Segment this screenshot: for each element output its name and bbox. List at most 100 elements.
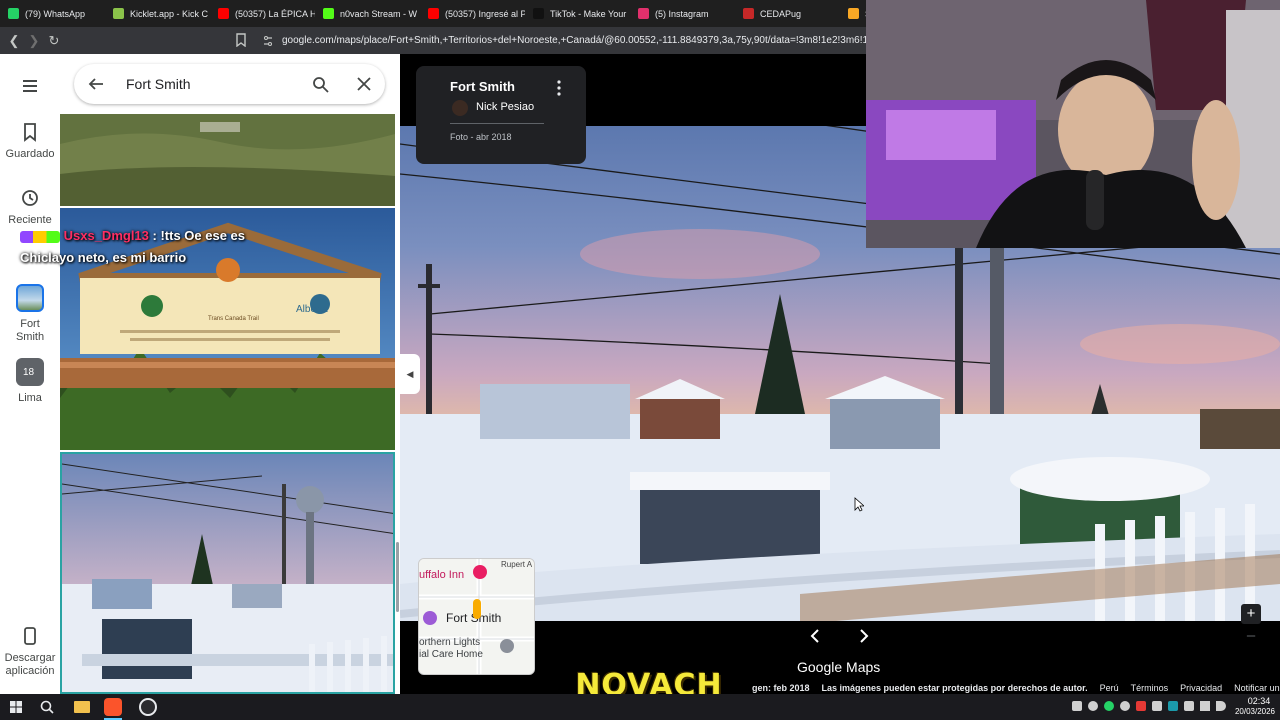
browser-tab[interactable]: n0vach Stream - W [315,0,420,27]
tab-favicon-icon [218,8,229,19]
sidebar-item-label: Descargar aplicación [4,652,56,677]
browser-tab[interactable]: (50357) La ÉPICA H [210,0,315,27]
file-explorer-icon[interactable] [74,701,90,713]
browser-tab[interactable]: (5) Instagram [630,0,735,27]
browser-tab[interactable]: TikTok - Make Your [525,0,630,27]
place-title[interactable]: Fort Smith [450,79,515,94]
chat-username: Usxs_Dmgl13 [63,228,149,243]
phone-icon [24,627,36,645]
volume-icon[interactable] [1216,701,1226,711]
tray-icon[interactable] [1152,701,1162,711]
brave-browser-icon[interactable] [104,698,122,716]
sidebar-item-lima[interactable]: 18 Lima [0,358,60,405]
photo-thumbnail-selected[interactable] [60,452,395,694]
webcam-overlay [866,0,1280,248]
photo-info-card: Fort Smith Nick Pesiao Foto - abr 2018 [416,66,586,164]
browser-tab[interactable]: Kicklet.app - Kick C [105,0,210,27]
place-thumbnail [16,284,44,312]
photo-thumbnail[interactable] [60,114,395,206]
more-options-icon[interactable] [556,80,562,96]
tab-label: (50357) La ÉPICA H [235,8,315,19]
streamer-webcam-art [866,0,1280,248]
author-avatar [452,100,468,116]
scrollbar[interactable] [396,542,399,612]
tray-icon[interactable] [1104,701,1114,711]
caret-left-icon: ◀ [406,368,414,379]
hamburger-menu-icon [23,80,37,92]
divider [450,123,544,124]
tab-favicon-icon [638,8,649,19]
search-input[interactable]: Fort Smith [126,76,191,92]
footer-link-country[interactable]: Perú [1100,683,1119,693]
close-icon[interactable] [357,77,371,91]
search-icon[interactable] [40,700,54,714]
search-icon[interactable] [312,76,329,93]
menu-button[interactable] [0,76,60,102]
next-photo-icon[interactable] [858,629,870,643]
sidebar-item-fort-smith[interactable]: Fort Smith [0,284,60,344]
tab-favicon-icon [8,8,19,19]
chat-badges [20,230,60,243]
browser-tab[interactable]: CEDAPug [735,0,840,27]
browser-tab[interactable]: (50357) Ingresé al P [420,0,525,27]
sidebar-item-download-app[interactable]: Descargar aplicación [0,626,60,678]
search-box[interactable]: Fort Smith [74,64,385,104]
author-name[interactable]: Nick Pesiao [476,101,534,113]
collapse-panel-button[interactable]: ◀ [400,354,420,394]
tab-favicon-icon [743,8,754,19]
zoom-in-button[interactable]: + [1241,604,1261,624]
tab-favicon-icon [323,8,334,19]
footer-link-privacy[interactable]: Privacidad [1180,683,1222,693]
place-thumbnail: 18 [16,358,44,386]
clock-date[interactable]: 20/03/2026 [1232,707,1278,716]
url-field[interactable]: google.com/maps/place/Fort+Smith,+Territ… [282,31,892,50]
tray-icon[interactable] [1168,701,1178,711]
tab-label: n0vach Stream - W [340,8,418,19]
google-maps-brand: Google Maps [797,659,881,675]
tray-icon[interactable] [1088,701,1098,711]
footer-link-terms[interactable]: Términos [1131,683,1169,693]
browser-tab[interactable]: (79) WhatsApp [0,0,105,27]
tray-icon[interactable] [1184,701,1194,711]
site-settings-icon[interactable] [262,35,274,47]
maps-left-rail: Guardado Reciente Fort Smith 18 Lima Des… [0,54,60,694]
network-icon[interactable] [1200,701,1210,711]
tab-favicon-icon [848,8,859,19]
bookmark-icon[interactable] [234,33,248,47]
photo-count-badge: 18 [23,367,35,378]
zoom-out-button[interactable]: – [1241,626,1261,646]
grass-photo-art [60,114,395,206]
tray-icon[interactable] [1072,701,1082,711]
clock-time[interactable]: 02:34 [1240,696,1278,706]
tab-label: (50357) Ingresé al P [445,8,525,19]
chat-tts-overlay: Usxs_Dmgl13 : !tts Oe ese es Chiclayo ne… [20,225,390,269]
forward-icon[interactable]: ❯ [24,27,44,54]
sign-text: Trans Canada Trail [208,316,259,322]
history-icon [22,190,38,206]
sidebar-item-label: Lima [18,392,42,404]
pegman-icon [473,599,481,619]
mouse-cursor-icon [854,497,864,512]
system-tray [1072,701,1228,713]
windows-taskbar: 02:34 20/03/2026 [0,694,1280,720]
map-label: uffalo Inn [419,569,465,581]
place-pin-icon [423,611,437,625]
windows-start-icon[interactable] [10,701,22,713]
photos-panel: Trans Canada Trail Alberta Fort Smith [60,54,400,694]
tab-label: Kicklet.app - Kick C [130,8,209,19]
footer-link-report[interactable]: Notificar un problema [1234,683,1280,693]
back-arrow-icon[interactable] [88,76,104,92]
photo-date: Foto - abr 2018 [450,132,512,142]
tab-label: TikTok - Make Your [550,8,627,19]
minimap[interactable]: Rupert A uffalo Inn Fort Smith orthern L… [418,558,535,675]
tray-icon[interactable] [1136,701,1146,711]
sidebar-item-recent[interactable]: Reciente [0,188,60,227]
obs-icon[interactable] [139,698,157,716]
reload-icon[interactable]: ↻ [44,27,64,54]
previous-photo-icon[interactable] [809,629,821,643]
capture-date: gen: feb 2018 [752,683,810,693]
sidebar-item-saved[interactable]: Guardado [0,122,60,161]
care-pin-icon [500,639,514,653]
back-icon[interactable]: ❮ [4,27,24,54]
tray-icon[interactable] [1120,701,1130,711]
